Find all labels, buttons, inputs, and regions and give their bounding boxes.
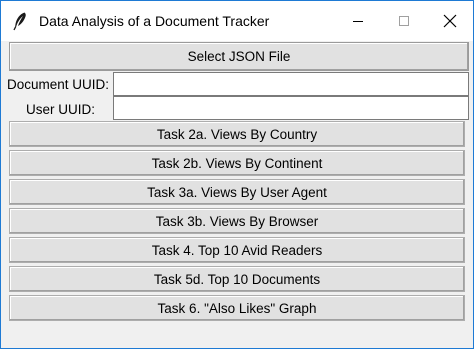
user-uuid-field[interactable] (113, 96, 469, 120)
document-uuid-label: Document UUID: (7, 77, 110, 92)
app-window: Data Analysis of a Document Tracker Sele… (0, 0, 474, 349)
close-button[interactable] (427, 1, 473, 41)
minimize-button[interactable] (335, 1, 381, 41)
maximize-button[interactable] (381, 1, 427, 41)
feather-icon (11, 11, 29, 31)
maximize-icon (398, 15, 410, 27)
task-5d-button[interactable]: Task 5d. Top 10 Documents (9, 266, 465, 292)
user-uuid-label: User UUID: (26, 102, 96, 117)
close-icon (443, 14, 457, 28)
task-2b-button[interactable]: Task 2b. Views By Continent (9, 150, 465, 176)
task-3a-button[interactable]: Task 3a. Views By User Agent (9, 179, 465, 205)
minimize-icon (352, 15, 364, 27)
main-content: Select JSON File Document UUID: User UUI… (1, 41, 473, 348)
select-json-button[interactable]: Select JSON File (9, 42, 469, 71)
task-2a-button[interactable]: Task 2a. Views By Country (9, 121, 465, 147)
task-6-button[interactable]: Task 6. "Also Likes" Graph (9, 295, 465, 321)
task-3b-button[interactable]: Task 3b. Views By Browser (9, 208, 465, 234)
document-uuid-field[interactable] (113, 72, 469, 96)
title-bar[interactable]: Data Analysis of a Document Tracker (1, 1, 473, 41)
window-title: Data Analysis of a Document Tracker (39, 13, 270, 29)
task-4-button[interactable]: Task 4. Top 10 Avid Readers (9, 237, 465, 263)
